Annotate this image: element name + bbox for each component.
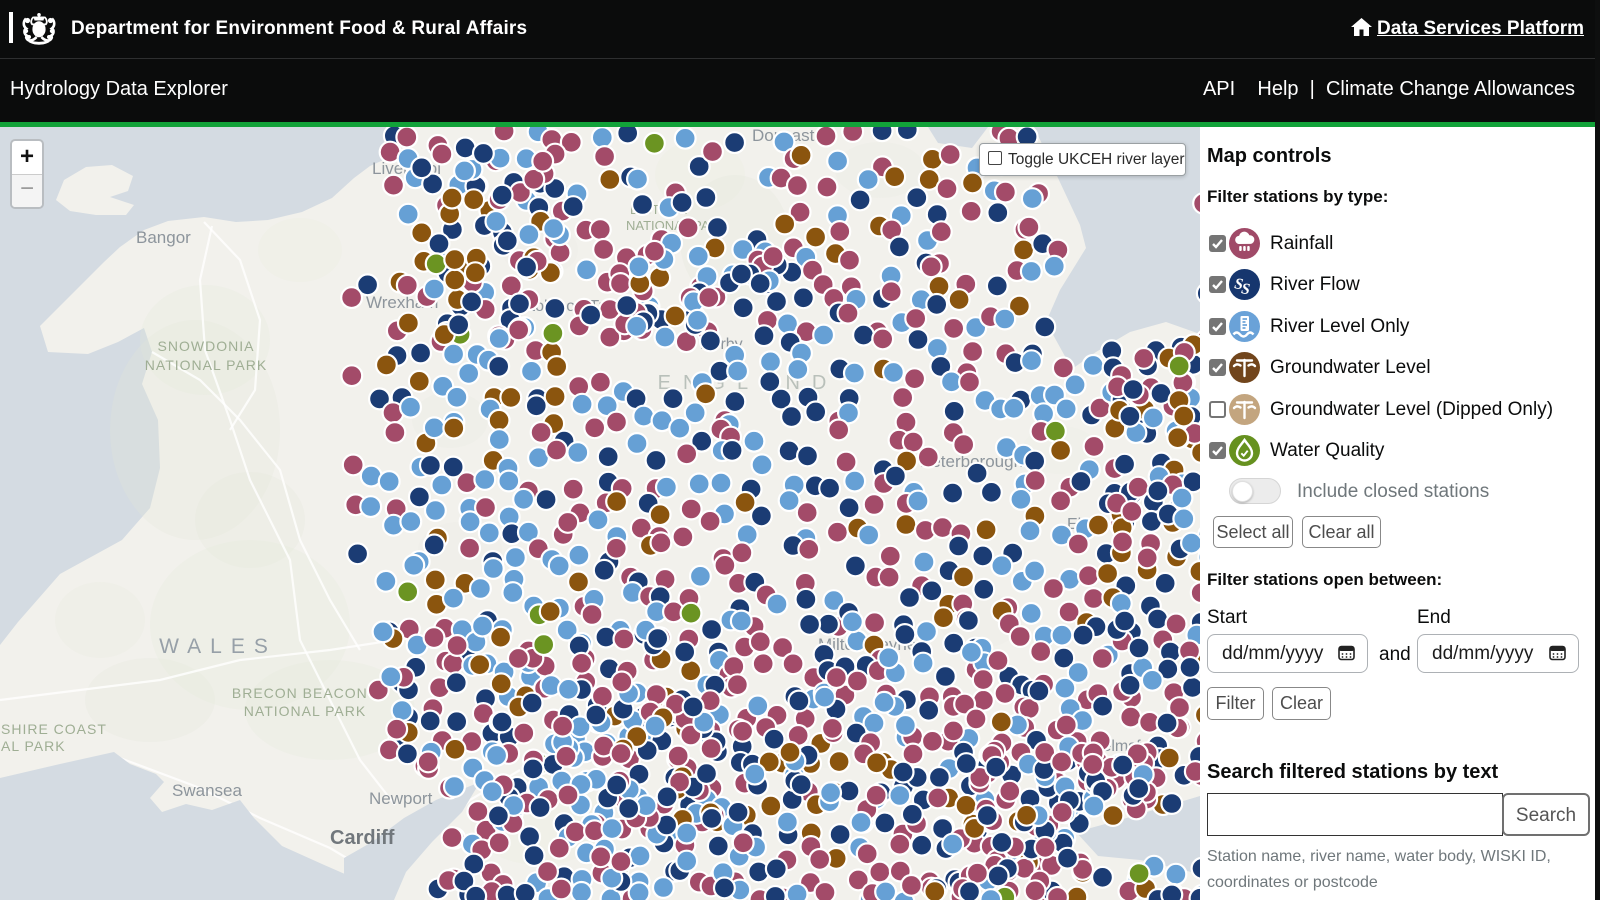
svg-text:Swansea: Swansea [172,781,242,800]
svg-text:WALES: WALES [159,635,277,658]
svg-text:S: S [1240,280,1251,298]
svg-text:BRECON BEACONS: BRECON BEACONS [232,685,378,701]
svg-text:AL PARK: AL PARK [1,738,66,754]
svg-text:SHIRE COAST: SHIRE COAST [1,721,107,737]
svg-text:Bangor: Bangor [136,228,191,247]
svg-text:Cardiff: Cardiff [330,827,395,849]
svg-text:NATIONAL PARK: NATIONAL PARK [145,357,267,373]
svg-text:Newport: Newport [369,789,433,808]
svg-text:NATIONAL PARK: NATIONAL PARK [244,703,366,719]
svg-text:SNOWDONIA: SNOWDONIA [158,338,255,354]
